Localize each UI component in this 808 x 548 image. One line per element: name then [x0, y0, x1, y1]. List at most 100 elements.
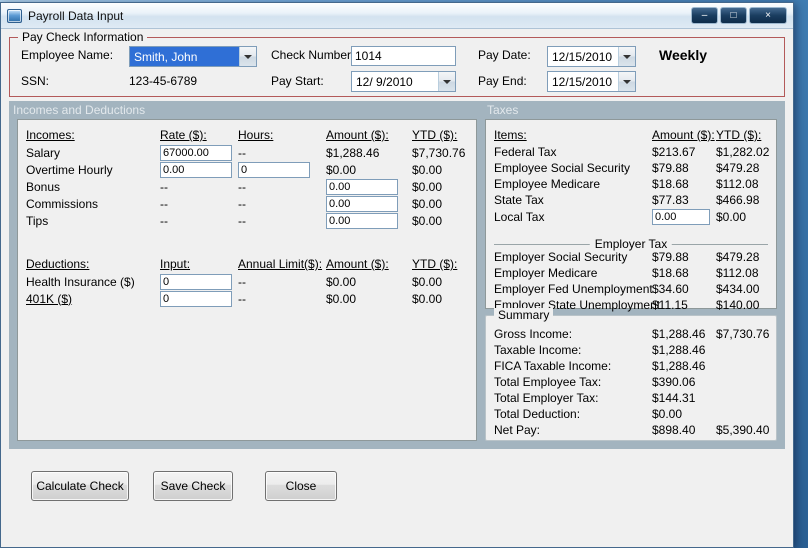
pay-start-picker[interactable]: 12/ 9/2010	[351, 71, 456, 92]
tax-label: Employer Medicare	[494, 266, 598, 280]
income-rate: --	[160, 213, 168, 228]
income-label: Salary	[26, 145, 61, 160]
tax-ytd: $140.00	[716, 298, 760, 312]
salary-rate-input[interactable]	[160, 144, 232, 161]
employee-name-dropdown-arrow-icon[interactable]	[239, 47, 256, 66]
summary-ytd: $5,390.40	[716, 423, 770, 437]
income-row-tips: Tips -- -- $0.00	[26, 212, 468, 229]
summary-row-gross-income: Gross Income: $1,288.46 $7,730.76	[494, 326, 769, 342]
income-hours: --	[238, 179, 246, 194]
employee-name-combobox[interactable]: Smith, John	[129, 46, 257, 67]
tax-label: Local Tax	[494, 210, 545, 224]
summary-value: $1,288.46	[652, 343, 706, 357]
pay-end-picker[interactable]: 12/15/2010	[547, 71, 636, 92]
ssn-value: 123-45-6789	[129, 74, 198, 88]
summary-label: Summary	[494, 308, 554, 322]
tax-row-emp-medicare: Employee Medicare $18.68 $112.08	[494, 176, 768, 192]
calculate-check-button[interactable]: Calculate Check	[31, 471, 129, 501]
pay-frequency-label: Weekly	[659, 47, 707, 63]
app-icon	[7, 8, 22, 23]
pay-start-label: Pay Start:	[271, 74, 324, 88]
window-controls: – □ ×	[691, 7, 787, 24]
local-tax-input[interactable]	[652, 209, 710, 225]
overtime-hours-input[interactable]	[238, 161, 310, 178]
summary-label-text: FICA Taxable Income:	[494, 359, 612, 373]
incomes-section-header: Incomes and Deductions	[13, 103, 146, 117]
income-row-overtime: Overtime Hourly $0.00 $0.00	[26, 161, 468, 178]
summary-label-text: Total Deduction:	[494, 407, 581, 421]
deductions-col-header: Deductions:	[26, 257, 90, 271]
minimize-button[interactable]: –	[691, 7, 718, 24]
app-window: Payroll Data Input – □ × Pay Check Infor…	[0, 2, 794, 548]
annual-limit-col-header: Annual Limit($):	[238, 257, 323, 271]
tips-amount-input[interactable]	[326, 212, 398, 229]
tax-row-local: Local Tax $0.00	[494, 208, 768, 226]
input-col-header: Input:	[160, 257, 191, 271]
tax-header-row: Items: Amount ($): YTD ($):	[494, 126, 768, 144]
tax-ytd: $479.28	[716, 250, 760, 264]
income-label: Tips	[26, 213, 49, 228]
ssn-label: SSN:	[21, 74, 50, 88]
deduction-ytd: $0.00	[412, 274, 443, 289]
tax-amount: $11.15	[652, 298, 688, 312]
tax-ytd: $112.08	[716, 266, 759, 280]
commissions-amount-input[interactable]	[326, 195, 398, 212]
summary-row-total-employee-tax: Total Employee Tax: $390.06	[494, 374, 768, 390]
items-col-header: Items:	[494, 128, 527, 142]
save-check-button[interactable]: Save Check	[153, 471, 233, 501]
incomes-panel: Incomes: Rate ($): Hours: Amount ($): YT…	[17, 119, 477, 441]
pay-start-dropdown-arrow-icon[interactable]	[438, 72, 455, 91]
tax-amount: $77.83	[652, 193, 689, 207]
rate-col-header: Rate ($):	[160, 128, 207, 142]
tax-row-employer-social-security: Employer Social Security $79.88 $479.28	[494, 249, 768, 265]
tax-label: Employee Social Security	[494, 161, 631, 175]
tax-row-emp-social-security: Employee Social Security $79.88 $479.28	[494, 160, 768, 176]
summary-groupbox: Summary Gross Income: $1,288.46 $7,730.7…	[485, 308, 777, 441]
deduction-401k-link[interactable]: 401K ($)	[26, 292, 160, 306]
pay-date-dropdown-arrow-icon[interactable]	[618, 47, 635, 66]
deduction-header-row: Deductions: Input: Annual Limit($): Amou…	[26, 255, 468, 273]
title-bar[interactable]: Payroll Data Input – □ ×	[1, 3, 793, 29]
check-number-input[interactable]	[351, 46, 456, 66]
summary-value: $390.06	[652, 375, 696, 389]
income-row-bonus: Bonus -- -- $0.00	[26, 178, 468, 195]
deduction-row-401k: 401K ($) -- $0.00 $0.00	[26, 290, 468, 307]
summary-label-text: Total Employer Tax:	[494, 391, 599, 405]
close-check-button[interactable]: Close	[265, 471, 337, 501]
income-label: Commissions	[26, 196, 99, 211]
income-hours: --	[238, 145, 246, 160]
tax-amount-col-header: Amount ($):	[652, 128, 715, 142]
tax-row-federal: Federal Tax $213.67 $1,282.02	[494, 144, 769, 160]
pay-date-value: 12/15/2010	[552, 49, 613, 64]
tax-row-employer-fed-unemployment: Employer Fed Unemployment $34.60 $434.00	[494, 281, 768, 297]
health-insurance-input[interactable]	[160, 273, 232, 290]
tax-label: State Tax	[494, 193, 544, 207]
deduction-ytd: $0.00	[412, 291, 443, 306]
tax-amount: $34.60	[652, 282, 689, 296]
income-hours: --	[238, 213, 246, 228]
incomes-col-header: Incomes:	[26, 128, 75, 142]
income-row-salary: Salary -- $1,288.46 $7,730.76	[26, 144, 468, 161]
tax-label: Federal Tax	[494, 145, 557, 159]
ytd-col-header: YTD ($):	[412, 257, 458, 271]
maximize-button[interactable]: □	[720, 7, 747, 24]
summary-row-total-deduction: Total Deduction: $0.00	[494, 406, 768, 422]
income-label: Overtime Hourly	[26, 162, 113, 177]
tax-label: Employer Social Security	[494, 250, 628, 264]
overtime-rate-input[interactable]	[160, 161, 232, 178]
tax-ytd: $112.08	[716, 177, 759, 191]
close-button[interactable]: ×	[749, 7, 787, 24]
summary-value: $898.40	[652, 423, 696, 437]
pay-date-picker[interactable]: 12/15/2010	[547, 46, 636, 67]
employee-name-label: Employee Name:	[21, 48, 114, 62]
pay-end-dropdown-arrow-icon[interactable]	[618, 72, 635, 91]
employer-tax-group-label: Employer Tax	[589, 237, 673, 251]
401k-input[interactable]	[160, 290, 232, 307]
paycheck-info-groupbox: Pay Check Information Employee Name: Smi…	[9, 30, 785, 97]
pay-start-value: 12/ 9/2010	[356, 74, 413, 89]
tax-row-state: State Tax $77.83 $466.98	[494, 192, 768, 208]
bonus-amount-input[interactable]	[326, 178, 398, 195]
income-ytd: $0.00	[412, 196, 443, 211]
amount-col-header: Amount ($):	[326, 257, 389, 271]
income-ytd: $0.00	[412, 179, 443, 194]
